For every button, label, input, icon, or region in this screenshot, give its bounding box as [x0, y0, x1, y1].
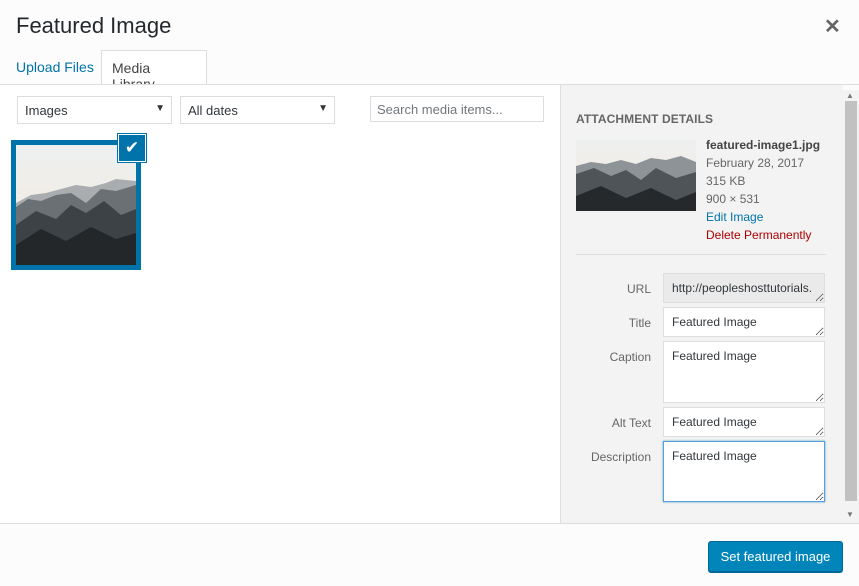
scroll-down-icon[interactable]: ▼	[846, 510, 854, 519]
caption-label: Caption	[609, 350, 651, 364]
description-field[interactable]: Featured Image	[663, 441, 825, 502]
divider	[576, 254, 826, 255]
set-featured-image-button[interactable]: Set featured image	[708, 541, 843, 572]
description-label: Description	[590, 450, 651, 464]
type-filter-select[interactable]: Images ▼	[17, 96, 172, 124]
search-input[interactable]	[370, 96, 544, 122]
caption-field[interactable]: Featured Image	[663, 341, 825, 403]
edit-image-link[interactable]: Edit Image	[706, 210, 763, 224]
caret-down-icon: ▼	[155, 103, 165, 114]
url-label: URL	[626, 282, 651, 296]
attachment-filesize: 315 KB	[706, 174, 746, 188]
scroll-up-icon[interactable]: ▲	[846, 91, 854, 100]
title-label: Title	[628, 316, 651, 330]
attachment-details-heading: ATTACHMENT DETAILS	[576, 112, 714, 126]
modal-title: Featured Image	[16, 13, 172, 38]
scrollbar-thumb[interactable]	[845, 101, 857, 501]
title-field[interactable]: Featured Image	[663, 307, 825, 337]
alt-text-field[interactable]: Featured Image	[663, 407, 825, 437]
attachment-preview-image	[576, 140, 696, 211]
mountain-image	[16, 145, 136, 265]
caret-down-icon: ▼	[318, 103, 328, 114]
attachment-date: February 28, 2017	[706, 156, 805, 170]
tab-media-library[interactable]: Media Library	[101, 50, 207, 92]
selected-check-button[interactable]: ✔	[118, 134, 146, 162]
delete-permanently-link[interactable]: Delete Permanently	[706, 228, 811, 242]
divider	[0, 523, 859, 524]
alt-text-label: Alt Text	[611, 416, 651, 430]
tab-upload-files[interactable]: Upload Files	[6, 50, 104, 85]
attachment-filename: featured-image1.jpg	[706, 138, 821, 152]
attachment-dimensions: 900 × 531	[706, 192, 760, 206]
close-icon[interactable]: ✕	[824, 14, 841, 39]
type-filter-value: Images	[25, 103, 68, 118]
date-filter-value: All dates	[188, 103, 238, 118]
url-field[interactable]: http://peopleshosttutorials.	[663, 273, 825, 303]
date-filter-select[interactable]: All dates ▼	[180, 96, 335, 124]
